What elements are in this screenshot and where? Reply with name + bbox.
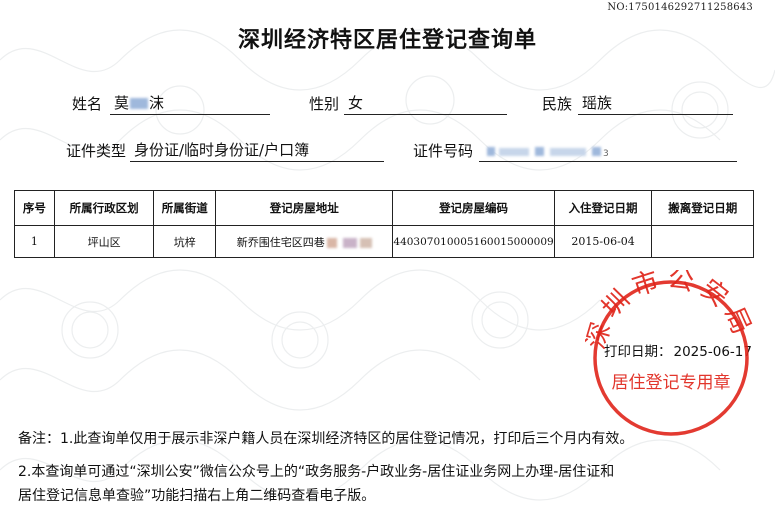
id-type-field: 证件类型 身份证/临时身份证/户口簿 [66,140,384,162]
redacted-mark [326,237,337,248]
print-date: 打印日期： 2025-06-17 [604,340,752,360]
header-index: 序号 [14,190,55,226]
page-title: 深圳经济特区居住登记查询单 [237,28,537,53]
redacted-mark [499,147,529,156]
cell-street: 坑梓 [153,225,217,258]
header-house-code: 登记房屋编码 [392,190,555,226]
id-type-label: 证件类型 [66,142,127,160]
id-number-label: 证件号码 [413,142,474,160]
redacted-mark [592,147,601,156]
redacted-mark [130,98,149,109]
name-field: 姓名 莫沫 [72,93,272,115]
id-number-field: 证件号码 3 [413,140,738,162]
id-number-value: 3 [479,142,737,162]
ethnicity-label: 民族 [542,95,573,113]
header-district: 所属行政区划 [53,190,155,226]
id-type-value: 身份证/临时身份证/户口簿 [130,139,384,162]
header-checkin-date: 入住登记日期 [553,190,653,226]
redacted-mark [359,237,372,248]
print-date-label: 打印日期： [604,344,672,360]
redacted-mark [342,237,357,248]
ethnicity-value: 瑶族 [578,92,733,115]
seal-bottom-text: 居住登记专用章 [612,373,731,393]
note-line-2: 2.本查询单可通过“深圳公安”微信公众号上的“政务服务-户政业务-居住证业务网上… [18,464,615,480]
name-value: 莫沫 [110,92,270,115]
table-header-row: 序号 所属行政区划 所属街道 登记房屋地址 登记房屋编码 入住登记日期 搬离登记… [14,190,754,226]
cell-house-code: 440307010005160015000009 [392,225,555,258]
table-row: 1 坪山区 坑梓 新乔围住宅区四巷 4403070100051600150000… [14,225,754,258]
name-label: 姓名 [72,95,103,113]
cell-index: 1 [14,225,55,258]
gender-label: 性别 [309,95,340,113]
redacted-mark [550,147,586,156]
cell-checkin-date: 2015-06-04 [553,225,653,258]
header-street: 所属街道 [153,190,217,226]
header-checkout-date: 搬离登记日期 [651,190,754,226]
redacted-mark [535,147,544,156]
document-number: NO:1750146292711258643 [607,2,753,13]
residence-registration-table: 序号 所属行政区划 所属街道 登记房屋地址 登记房屋编码 入住登记日期 搬离登记… [14,190,754,258]
note-line-1: 备注：1.此查询单仅用于展示非深户籍人员在深圳经济特区的居住登记情况，打印后三个… [18,431,634,447]
ethnicity-field: 民族 瑶族 [542,93,737,115]
gender-value: 女 [344,92,507,115]
print-date-value: 2025-06-17 [673,344,752,360]
redacted-mark [487,147,495,156]
cell-address: 新乔围住宅区四巷 [215,225,394,258]
header-address: 登记房屋地址 [215,190,394,226]
cell-district: 坪山区 [53,225,155,258]
gender-field: 性别 女 [309,93,509,115]
cell-checkout-date [651,225,754,258]
note-line-3: 居住登记信息单查验”功能扫描右上角二维码查看电子版。 [18,488,376,504]
